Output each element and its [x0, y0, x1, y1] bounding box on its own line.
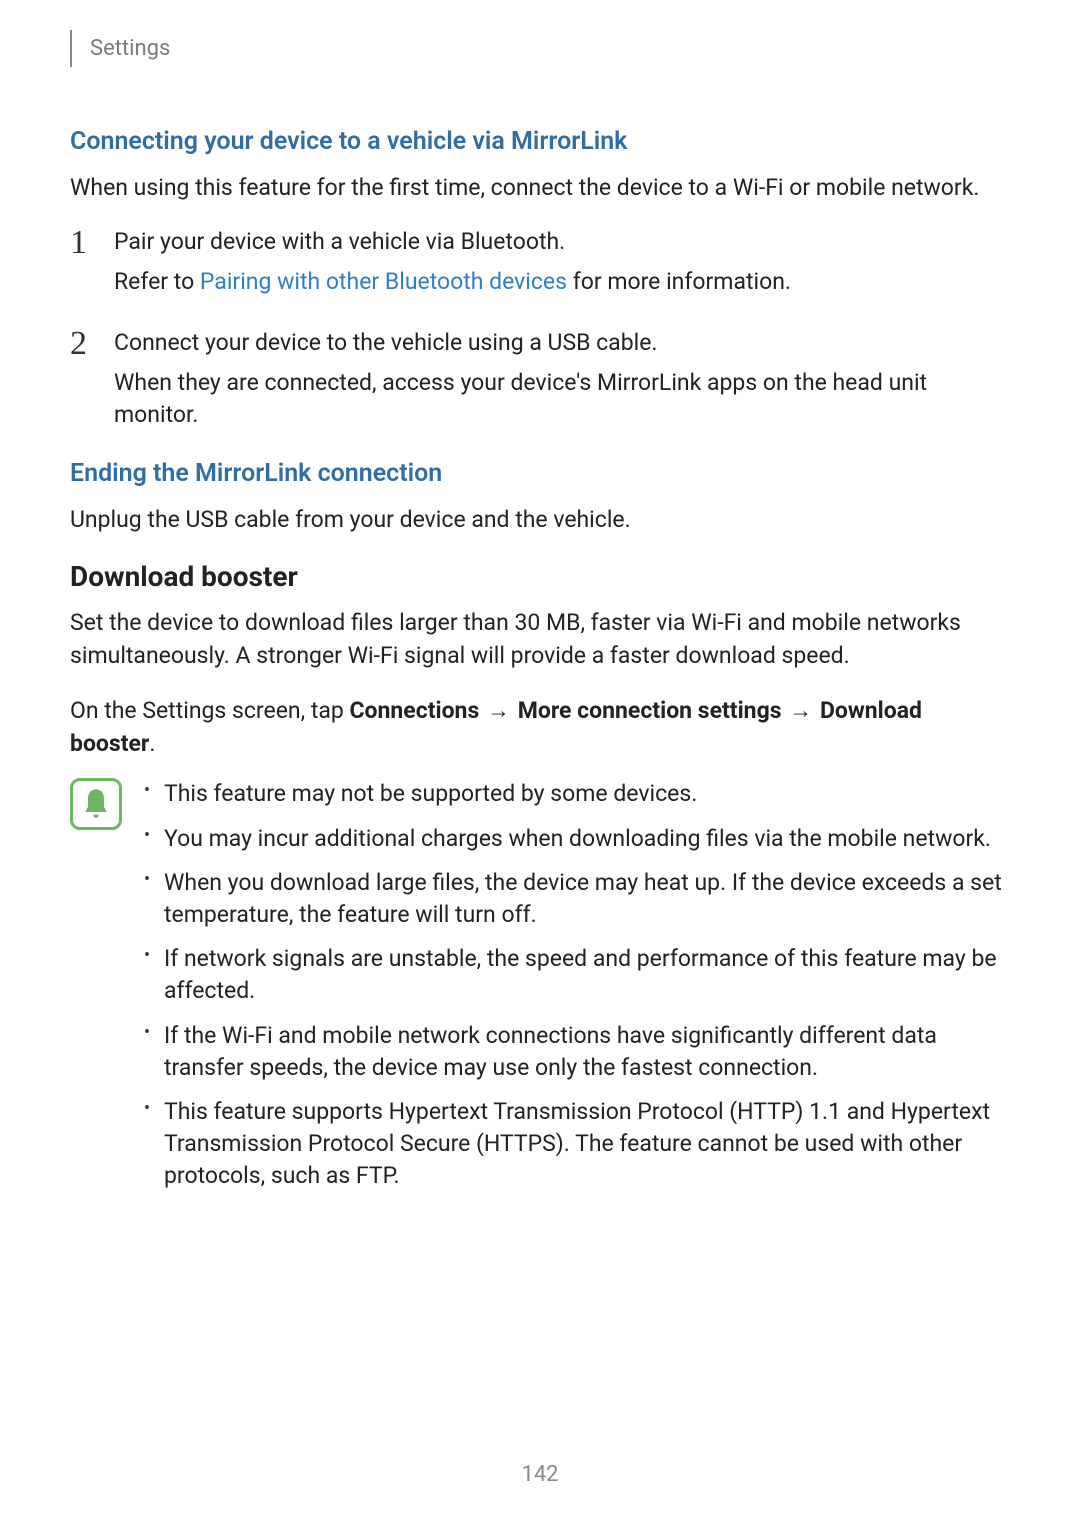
document-page: Settings Connecting your device to a veh… — [0, 0, 1080, 1204]
note-item: If the Wi-Fi and mobile network connecti… — [140, 1020, 1010, 1084]
bell-icon — [80, 786, 112, 822]
paragraph: Set the device to download files larger … — [70, 607, 1010, 671]
note-item: If network signals are unstable, the spe… — [140, 943, 1010, 1007]
step-text: Pair your device with a vehicle via Blue… — [114, 226, 1010, 258]
nav-item: More connection settings — [518, 697, 782, 724]
step-2: 2 Connect your device to the vehicle usi… — [70, 327, 1010, 452]
section-heading-ending: Ending the MirrorLink connection — [70, 459, 1010, 488]
step-subtext: When they are connected, access your dev… — [114, 367, 1010, 431]
step-text: Connect your device to the vehicle using… — [114, 327, 1010, 359]
heading-download-booster: Download booster — [70, 560, 1010, 593]
step-content: Connect your device to the vehicle using… — [114, 327, 1010, 452]
step-1: 1 Pair your device with a vehicle via Bl… — [70, 226, 1010, 318]
text-prefix: On the Settings screen, tap — [70, 697, 349, 724]
step-number: 2 — [70, 327, 114, 452]
note-item: This feature supports Hypertext Transmis… — [140, 1096, 1010, 1193]
page-number: 142 — [0, 1462, 1080, 1487]
note-item: This feature may not be supported by som… — [140, 778, 1010, 810]
note-list: This feature may not be supported by som… — [140, 778, 1010, 1204]
period: . — [149, 730, 155, 757]
paragraph: Unplug the USB cable from your device an… — [70, 504, 1010, 536]
paragraph: When using this feature for the first ti… — [70, 172, 1010, 204]
link-bluetooth-pairing[interactable]: Pairing with other Bluetooth devices — [200, 268, 567, 295]
step-subtext: Refer to Pairing with other Bluetooth de… — [114, 266, 1010, 298]
note-icon — [70, 778, 122, 830]
nav-instruction: On the Settings screen, tap Connections … — [70, 694, 1010, 761]
arrow-icon: → — [485, 697, 512, 724]
section-heading-connecting: Connecting your device to a vehicle via … — [70, 127, 1010, 156]
text-prefix: Refer to — [114, 268, 200, 295]
step-content: Pair your device with a vehicle via Blue… — [114, 226, 1010, 318]
breadcrumb: Settings — [70, 30, 170, 67]
note-item: When you download large files, the devic… — [140, 867, 1010, 931]
note-item: You may incur additional charges when do… — [140, 823, 1010, 855]
note-icon-wrapper — [70, 778, 124, 830]
arrow-icon: → — [787, 697, 814, 724]
text-suffix: for more information. — [567, 268, 791, 295]
note-block: This feature may not be supported by som… — [70, 778, 1010, 1204]
nav-item: Connections — [349, 697, 479, 724]
step-number: 1 — [70, 226, 114, 318]
